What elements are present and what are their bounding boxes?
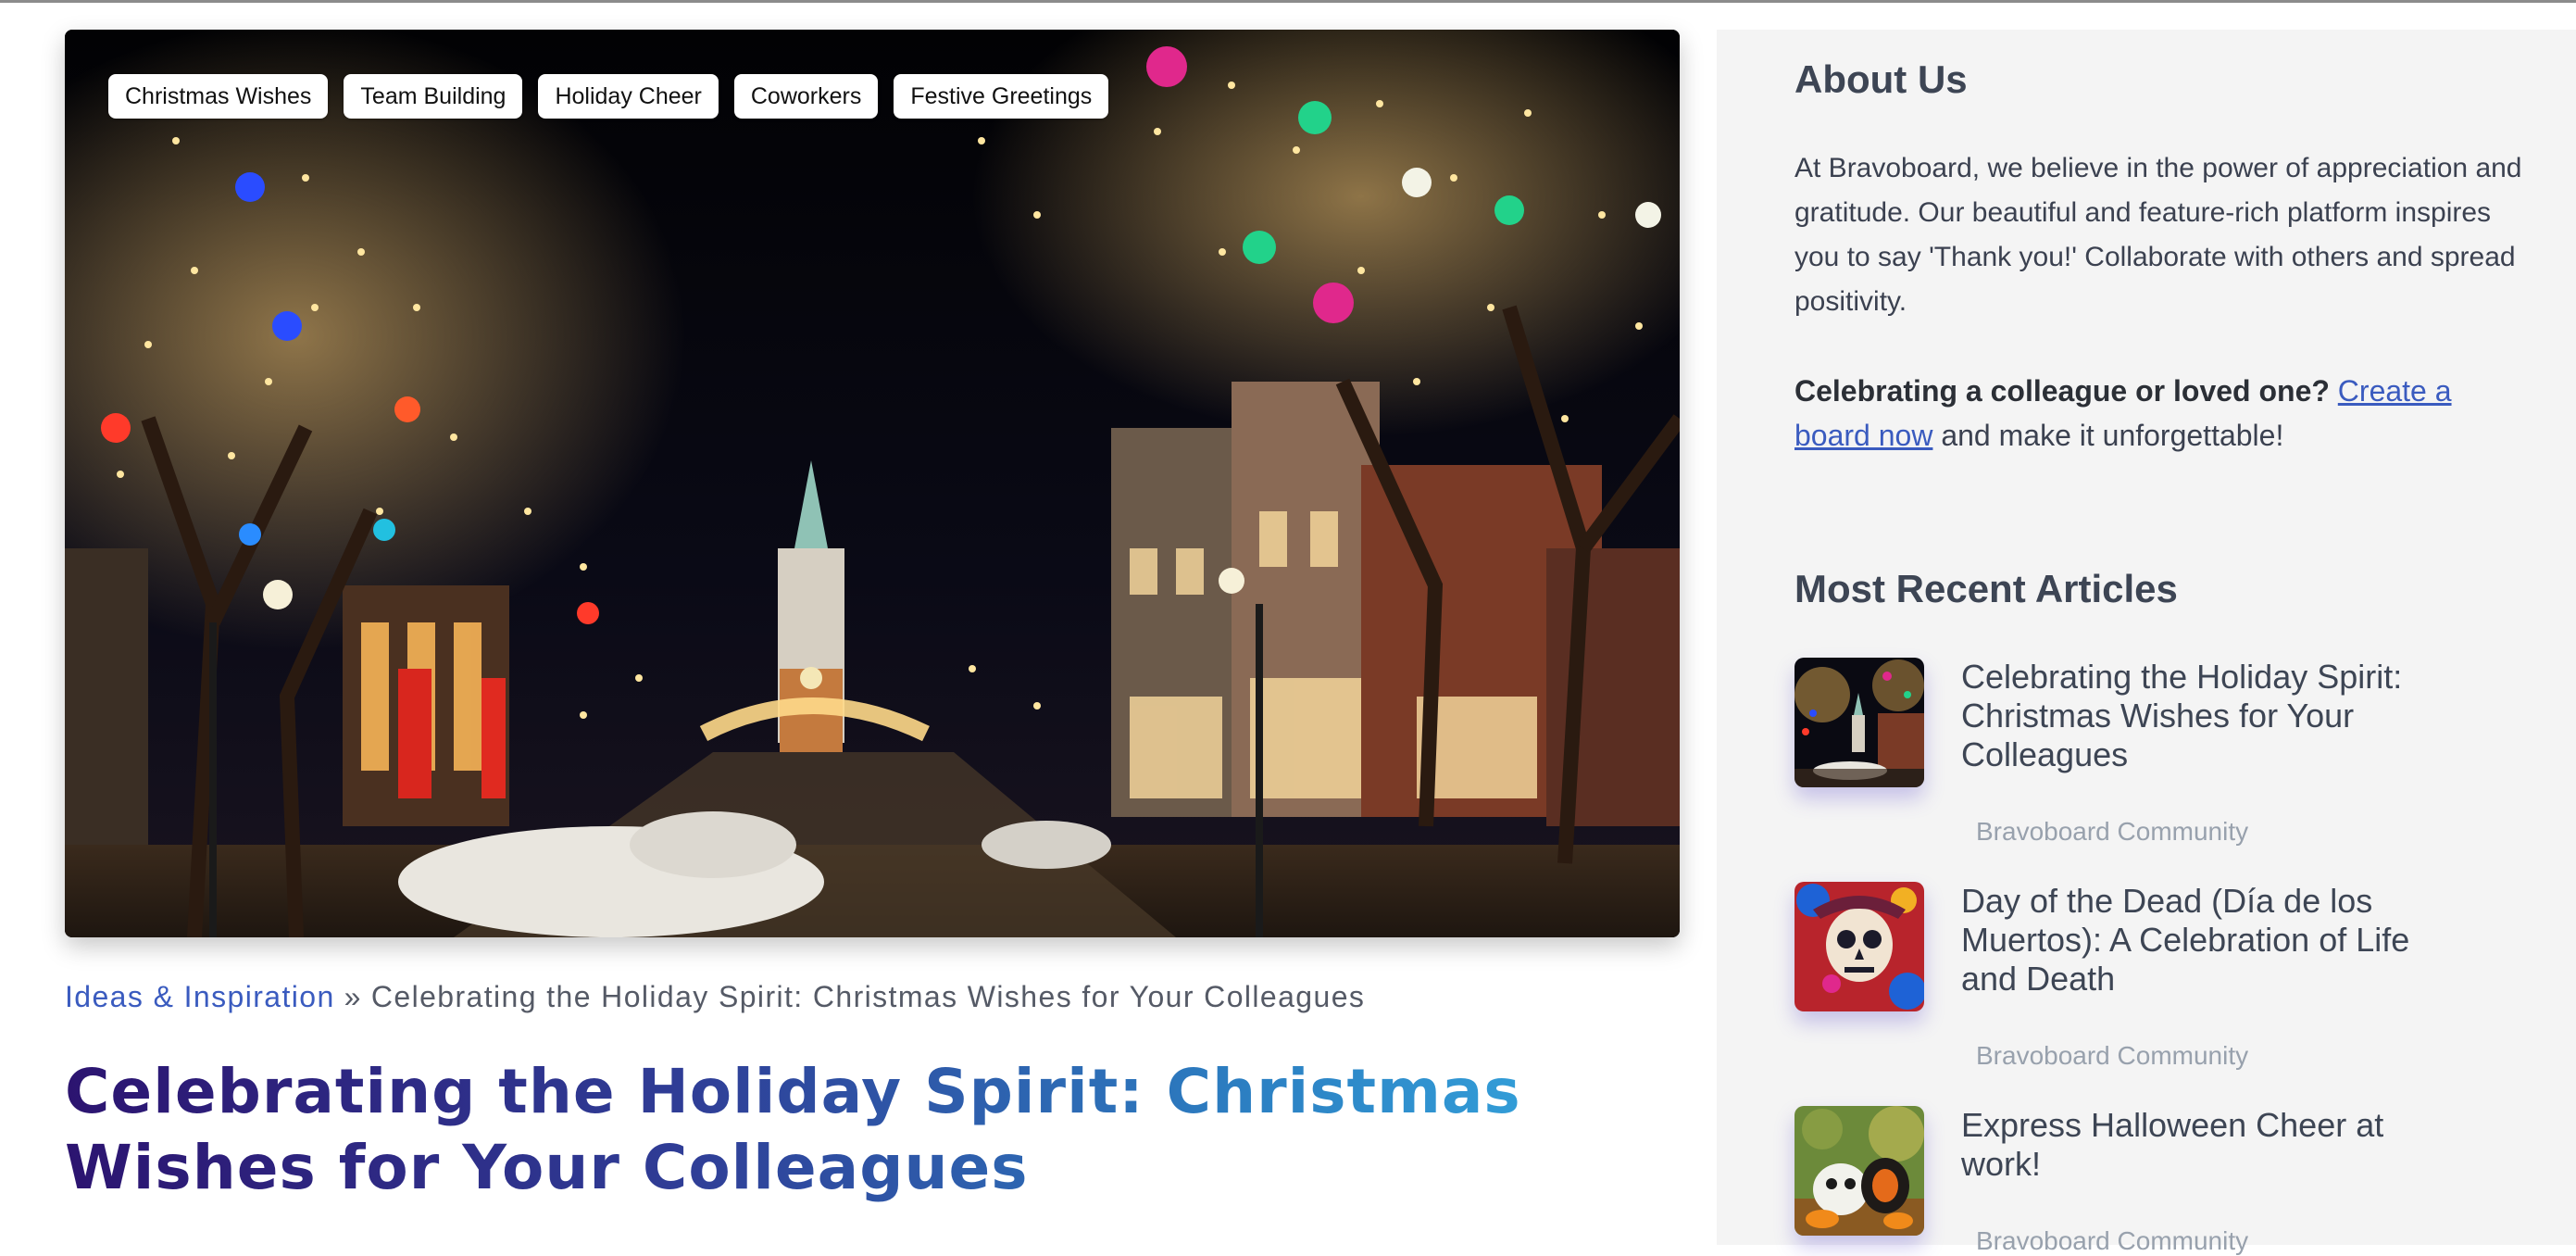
cta-bold: Celebrating a colleague or loved one? bbox=[1794, 374, 2330, 408]
recent-article-title[interactable]: Express Halloween Cheer at work! bbox=[1961, 1106, 2424, 1184]
breadcrumb-separator: » bbox=[344, 980, 362, 1013]
recent-article-title[interactable]: Day of the Dead (Día de los Muertos): A … bbox=[1961, 882, 2424, 999]
tag-coworkers[interactable]: Coworkers bbox=[733, 74, 879, 119]
tag-christmas-wishes[interactable]: Christmas Wishes bbox=[108, 74, 329, 119]
halloween-pumpkins-thumbnail bbox=[1794, 1106, 1924, 1236]
recent-articles-heading: Most Recent Articles bbox=[1794, 567, 2178, 610]
top-border bbox=[0, 0, 2576, 3]
recent-article-item[interactable]: Celebrating the Holiday Spirit: Christma… bbox=[1794, 658, 2535, 846]
recent-article-item[interactable]: Express Halloween Cheer at work! Bravobo… bbox=[1794, 1106, 2535, 1255]
article-title: Celebrating the Holiday Spirit: Christma… bbox=[65, 1054, 1639, 1206]
tag-holiday-cheer[interactable]: Holiday Cheer bbox=[538, 74, 719, 119]
tag-list: Christmas Wishes Team Building Holiday C… bbox=[108, 74, 1109, 119]
breadcrumb-parent-link[interactable]: Ideas & Inspiration bbox=[65, 980, 335, 1013]
hero-image: Christmas Wishes Team Building Holiday C… bbox=[65, 30, 1680, 937]
sidebar: About Us At Bravoboard, we believe in th… bbox=[1717, 30, 2576, 1255]
recent-article-source: Bravoboard Community bbox=[1976, 1226, 2249, 1255]
recent-article-source: Bravoboard Community bbox=[1976, 1041, 2249, 1070]
about-heading: About Us bbox=[1794, 57, 1968, 101]
breadcrumb-current: Celebrating the Holiday Spirit: Christma… bbox=[370, 980, 1366, 1013]
christmas-street-scene bbox=[65, 30, 1680, 937]
christmas-street-thumbnail bbox=[1794, 658, 1924, 787]
cta-rest: and make it unforgettable! bbox=[1941, 419, 2284, 452]
cta-text: Celebrating a colleague or loved one? Cr… bbox=[1794, 369, 2526, 458]
breadcrumb: Ideas & Inspiration » Celebrating the Holi… bbox=[65, 980, 1365, 1014]
about-text: At Bravoboard, we believe in the power o… bbox=[1794, 153, 2522, 317]
tag-festive-greetings[interactable]: Festive Greetings bbox=[894, 74, 1109, 119]
recent-article-item[interactable]: Day of the Dead (Día de los Muertos): A … bbox=[1794, 882, 2535, 1070]
recent-article-source: Bravoboard Community bbox=[1976, 817, 2249, 846]
bottom-fade bbox=[0, 1215, 1713, 1245]
tag-team-building[interactable]: Team Building bbox=[344, 74, 523, 119]
recent-article-title[interactable]: Celebrating the Holiday Spirit: Christma… bbox=[1961, 658, 2424, 774]
sugar-skull-thumbnail bbox=[1794, 882, 1924, 1011]
